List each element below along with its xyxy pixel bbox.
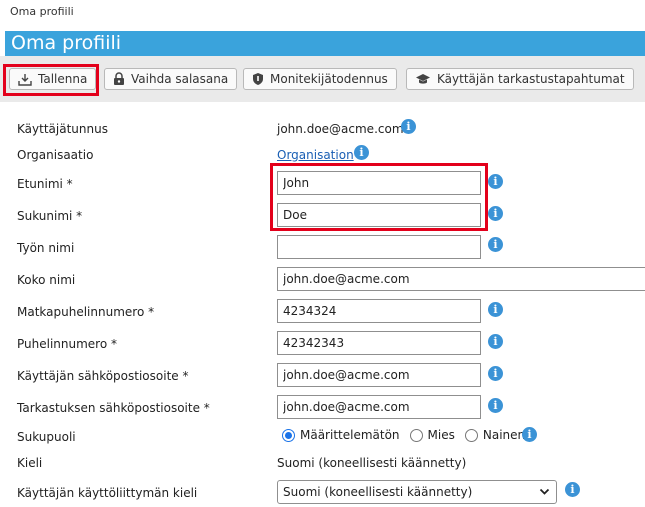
- radio-button[interactable]: [409, 428, 423, 442]
- breadcrumb: Oma profiili: [10, 5, 74, 18]
- gender-option-female[interactable]: Nainen: [464, 428, 526, 442]
- user-email-input[interactable]: [277, 363, 481, 387]
- shield-icon: [253, 73, 263, 85]
- phone-label: Puhelinnumero *: [17, 337, 118, 351]
- user-email-label: Käyttäjän sähköpostiosoite *: [17, 369, 189, 383]
- language-value: Suomi (koneellisesti käännetty): [277, 456, 467, 470]
- gender-option-unspecified[interactable]: Määrittelemätön: [282, 428, 400, 442]
- username-value: john.doe@acme.com: [277, 122, 404, 136]
- language-label: Kieli: [17, 456, 43, 470]
- gender-option-label: Mies: [427, 428, 455, 442]
- organisation-label: Organisaatio: [17, 148, 94, 162]
- audit-events-label: Käyttäjän tarkastustapahtumat: [437, 72, 625, 86]
- page-title: Oma profiili: [5, 31, 645, 56]
- info-icon[interactable]: i: [522, 427, 537, 442]
- audit-email-input[interactable]: [277, 395, 481, 419]
- gender-radio-group: Määrittelemätön Mies Nainen: [282, 428, 535, 442]
- info-icon[interactable]: i: [354, 145, 369, 160]
- download-icon: [18, 73, 32, 86]
- radio-button[interactable]: [464, 428, 478, 442]
- info-icon[interactable]: i: [488, 398, 503, 413]
- info-icon[interactable]: i: [401, 119, 416, 134]
- change-password-label: Vaihda salasana: [131, 72, 229, 86]
- ui-language-label: Käyttäjän käyttöliittymän kieli: [17, 486, 198, 500]
- info-icon[interactable]: i: [488, 206, 503, 221]
- gender-label: Sukupuoli: [17, 430, 76, 444]
- audit-events-button[interactable]: Käyttäjän tarkastustapahtumat: [406, 68, 634, 90]
- info-icon[interactable]: i: [488, 366, 503, 381]
- save-button-label: Tallenna: [38, 72, 88, 86]
- mobile-input[interactable]: [277, 299, 481, 323]
- gender-option-label: Nainen: [482, 428, 526, 442]
- gender-option-label: Määrittelemätön: [300, 428, 400, 442]
- radio-button[interactable]: [282, 428, 295, 442]
- lock-icon: [114, 72, 124, 85]
- last-name-label: Sukunimi *: [17, 209, 83, 223]
- full-name-input[interactable]: [277, 267, 645, 291]
- toolbar: Tallenna Vaihda salasana Monitekijätoden…: [0, 56, 645, 102]
- audit-email-label: Tarkastuksen sähköpostiosoite *: [17, 401, 210, 415]
- info-icon[interactable]: i: [565, 482, 580, 497]
- ui-language-select[interactable]: Suomi (koneellisesti käännetty): [277, 480, 557, 504]
- first-name-label: Etunimi *: [17, 177, 73, 191]
- info-icon[interactable]: i: [488, 174, 503, 189]
- mfa-button[interactable]: Monitekijätodennus: [243, 68, 397, 90]
- job-title-input[interactable]: [277, 235, 481, 259]
- info-icon[interactable]: i: [488, 237, 503, 252]
- gender-option-male[interactable]: Mies: [409, 428, 455, 442]
- chevron-down-icon: [539, 488, 550, 495]
- info-icon[interactable]: i: [488, 302, 503, 317]
- phone-input[interactable]: [277, 331, 481, 355]
- ui-language-selected: Suomi (koneellisesti käännetty): [283, 485, 473, 499]
- full-name-label: Koko nimi: [17, 273, 76, 287]
- username-label: Käyttäjätunnus: [17, 122, 108, 136]
- mobile-label: Matkapuhelinnumero *: [17, 305, 155, 319]
- organisation-link[interactable]: Organisation: [277, 148, 354, 162]
- info-icon[interactable]: i: [488, 334, 503, 349]
- change-password-button[interactable]: Vaihda salasana: [104, 68, 238, 90]
- save-button[interactable]: Tallenna: [9, 68, 97, 90]
- graduation-cap-icon: [416, 74, 430, 84]
- first-name-input[interactable]: [277, 171, 481, 195]
- job-title-label: Työn nimi: [17, 241, 75, 255]
- mfa-label: Monitekijätodennus: [270, 72, 388, 86]
- last-name-input[interactable]: [277, 203, 481, 227]
